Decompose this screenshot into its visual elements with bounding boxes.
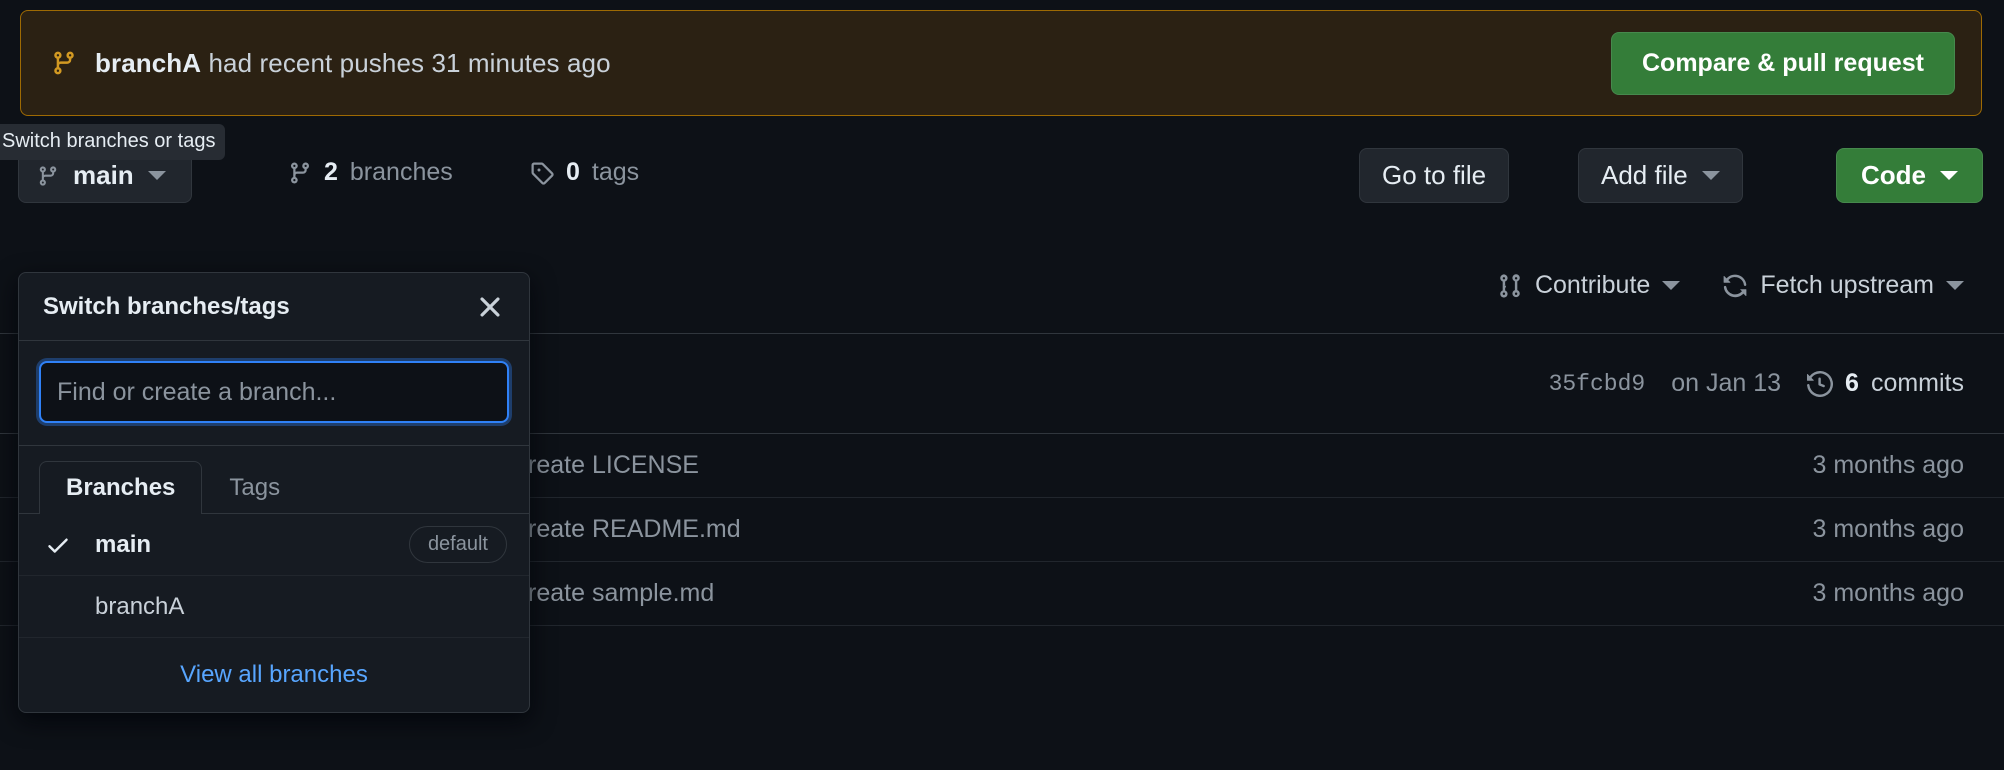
branch-search-input[interactable]	[39, 361, 509, 423]
file-age: 3 months ago	[1812, 515, 1965, 543]
latest-commit-meta: 35fcbd9 on Jan 13 6 commits	[1549, 369, 1964, 398]
check-icon-glyph	[48, 538, 68, 553]
file-commit-message[interactable]: Create README.md	[510, 515, 741, 544]
contribute-button[interactable]: Contribute	[1497, 271, 1681, 300]
sync-icon	[1723, 274, 1747, 297]
recent-pushes-banner: branchA had recent pushes 31 minutes ago…	[20, 10, 1982, 116]
chevron-down-icon	[1701, 171, 1720, 180]
dropdown-search-area	[19, 341, 529, 446]
branch-name: main	[95, 530, 152, 558]
banner-message: had recent pushes 31 minutes ago	[201, 47, 611, 78]
branches-label: branches	[349, 158, 453, 186]
banner-message-group: branchA had recent pushes 31 minutes ago	[51, 48, 611, 79]
dropdown-header: Switch branches/tags	[19, 273, 529, 341]
tags-count-link[interactable]: 0 tags	[530, 158, 639, 187]
pull-request-icon	[1500, 273, 1520, 298]
tag-icon	[531, 162, 554, 185]
branch-icon	[290, 162, 309, 184]
commits-count-link[interactable]: 6 commits	[1807, 369, 1964, 398]
go-to-file-button[interactable]: Go to file	[1359, 148, 1510, 203]
fetch-upstream-button[interactable]: Fetch upstream	[1722, 271, 1964, 300]
status-badge: default	[408, 526, 507, 563]
fetch-upstream-label: Fetch upstream	[1760, 271, 1934, 299]
commit-date: on Jan 13	[1671, 369, 1782, 397]
banner-text: branchA had recent pushes 31 minutes ago	[95, 48, 611, 79]
contribute-label: Contribute	[1534, 271, 1651, 299]
branch-name: branchA	[95, 592, 185, 620]
dropdown-title: Switch branches/tags	[43, 292, 290, 320]
add-file-button[interactable]: Add file	[1578, 148, 1743, 203]
add-file-label: Add file	[1601, 160, 1688, 190]
branches-count-link[interactable]: 2 branches	[288, 158, 453, 187]
chevron-down-icon	[1940, 171, 1958, 180]
switch-branches-tooltip: Switch branches or tags	[0, 124, 226, 160]
branch-switch-dropdown: Switch branches/tags Branches Tags main …	[18, 272, 530, 713]
code-button[interactable]: Code	[1836, 148, 1983, 203]
banner-branch-name: branchA	[95, 47, 202, 78]
tags-count: 0	[566, 158, 580, 186]
file-age: 3 months ago	[1812, 451, 1965, 479]
tags-label: tags	[591, 158, 640, 186]
dropdown-footer: View all branches	[19, 638, 529, 712]
file-age: 3 months ago	[1812, 579, 1965, 607]
compare-pull-request-button[interactable]: Compare & pull request	[1611, 31, 1955, 95]
view-all-branches-link[interactable]: View all branches	[180, 661, 368, 689]
repo-toolbar: main 2 branches 0 tags Go to file Add fi…	[0, 148, 2004, 206]
go-to-file-label: Go to file	[1382, 160, 1487, 190]
tab-tags[interactable]: Tags	[202, 461, 307, 514]
file-commit-message[interactable]: Create LICENSE	[510, 451, 699, 480]
branch-icon	[39, 165, 57, 186]
code-label: Code	[1861, 160, 1926, 190]
commits-label: commits	[1870, 369, 1964, 397]
list-item[interactable]: main default	[19, 514, 529, 576]
branches-count: 2	[324, 158, 338, 186]
commit-sha[interactable]: 35fcbd9	[1549, 371, 1646, 397]
fork-sync-actions: Contribute Fetch upstream	[1497, 271, 1964, 300]
chevron-down-icon	[1662, 281, 1681, 290]
branch-icon	[54, 51, 74, 75]
chevron-down-icon	[147, 171, 166, 180]
chevron-down-icon	[1946, 281, 1964, 290]
branch-selector-label: main	[73, 160, 134, 190]
commits-count: 6	[1845, 369, 1859, 397]
file-commit-message[interactable]: Create sample.md	[510, 579, 714, 608]
dropdown-tabs: Branches Tags	[19, 446, 529, 514]
check-icon	[45, 532, 79, 558]
close-icon[interactable]	[473, 290, 507, 324]
github-repo-page: branchA had recent pushes 31 minutes ago…	[0, 0, 2004, 770]
history-icon	[1807, 370, 1834, 397]
tab-branches[interactable]: Branches	[39, 461, 203, 514]
list-item[interactable]: branchA	[19, 576, 529, 638]
